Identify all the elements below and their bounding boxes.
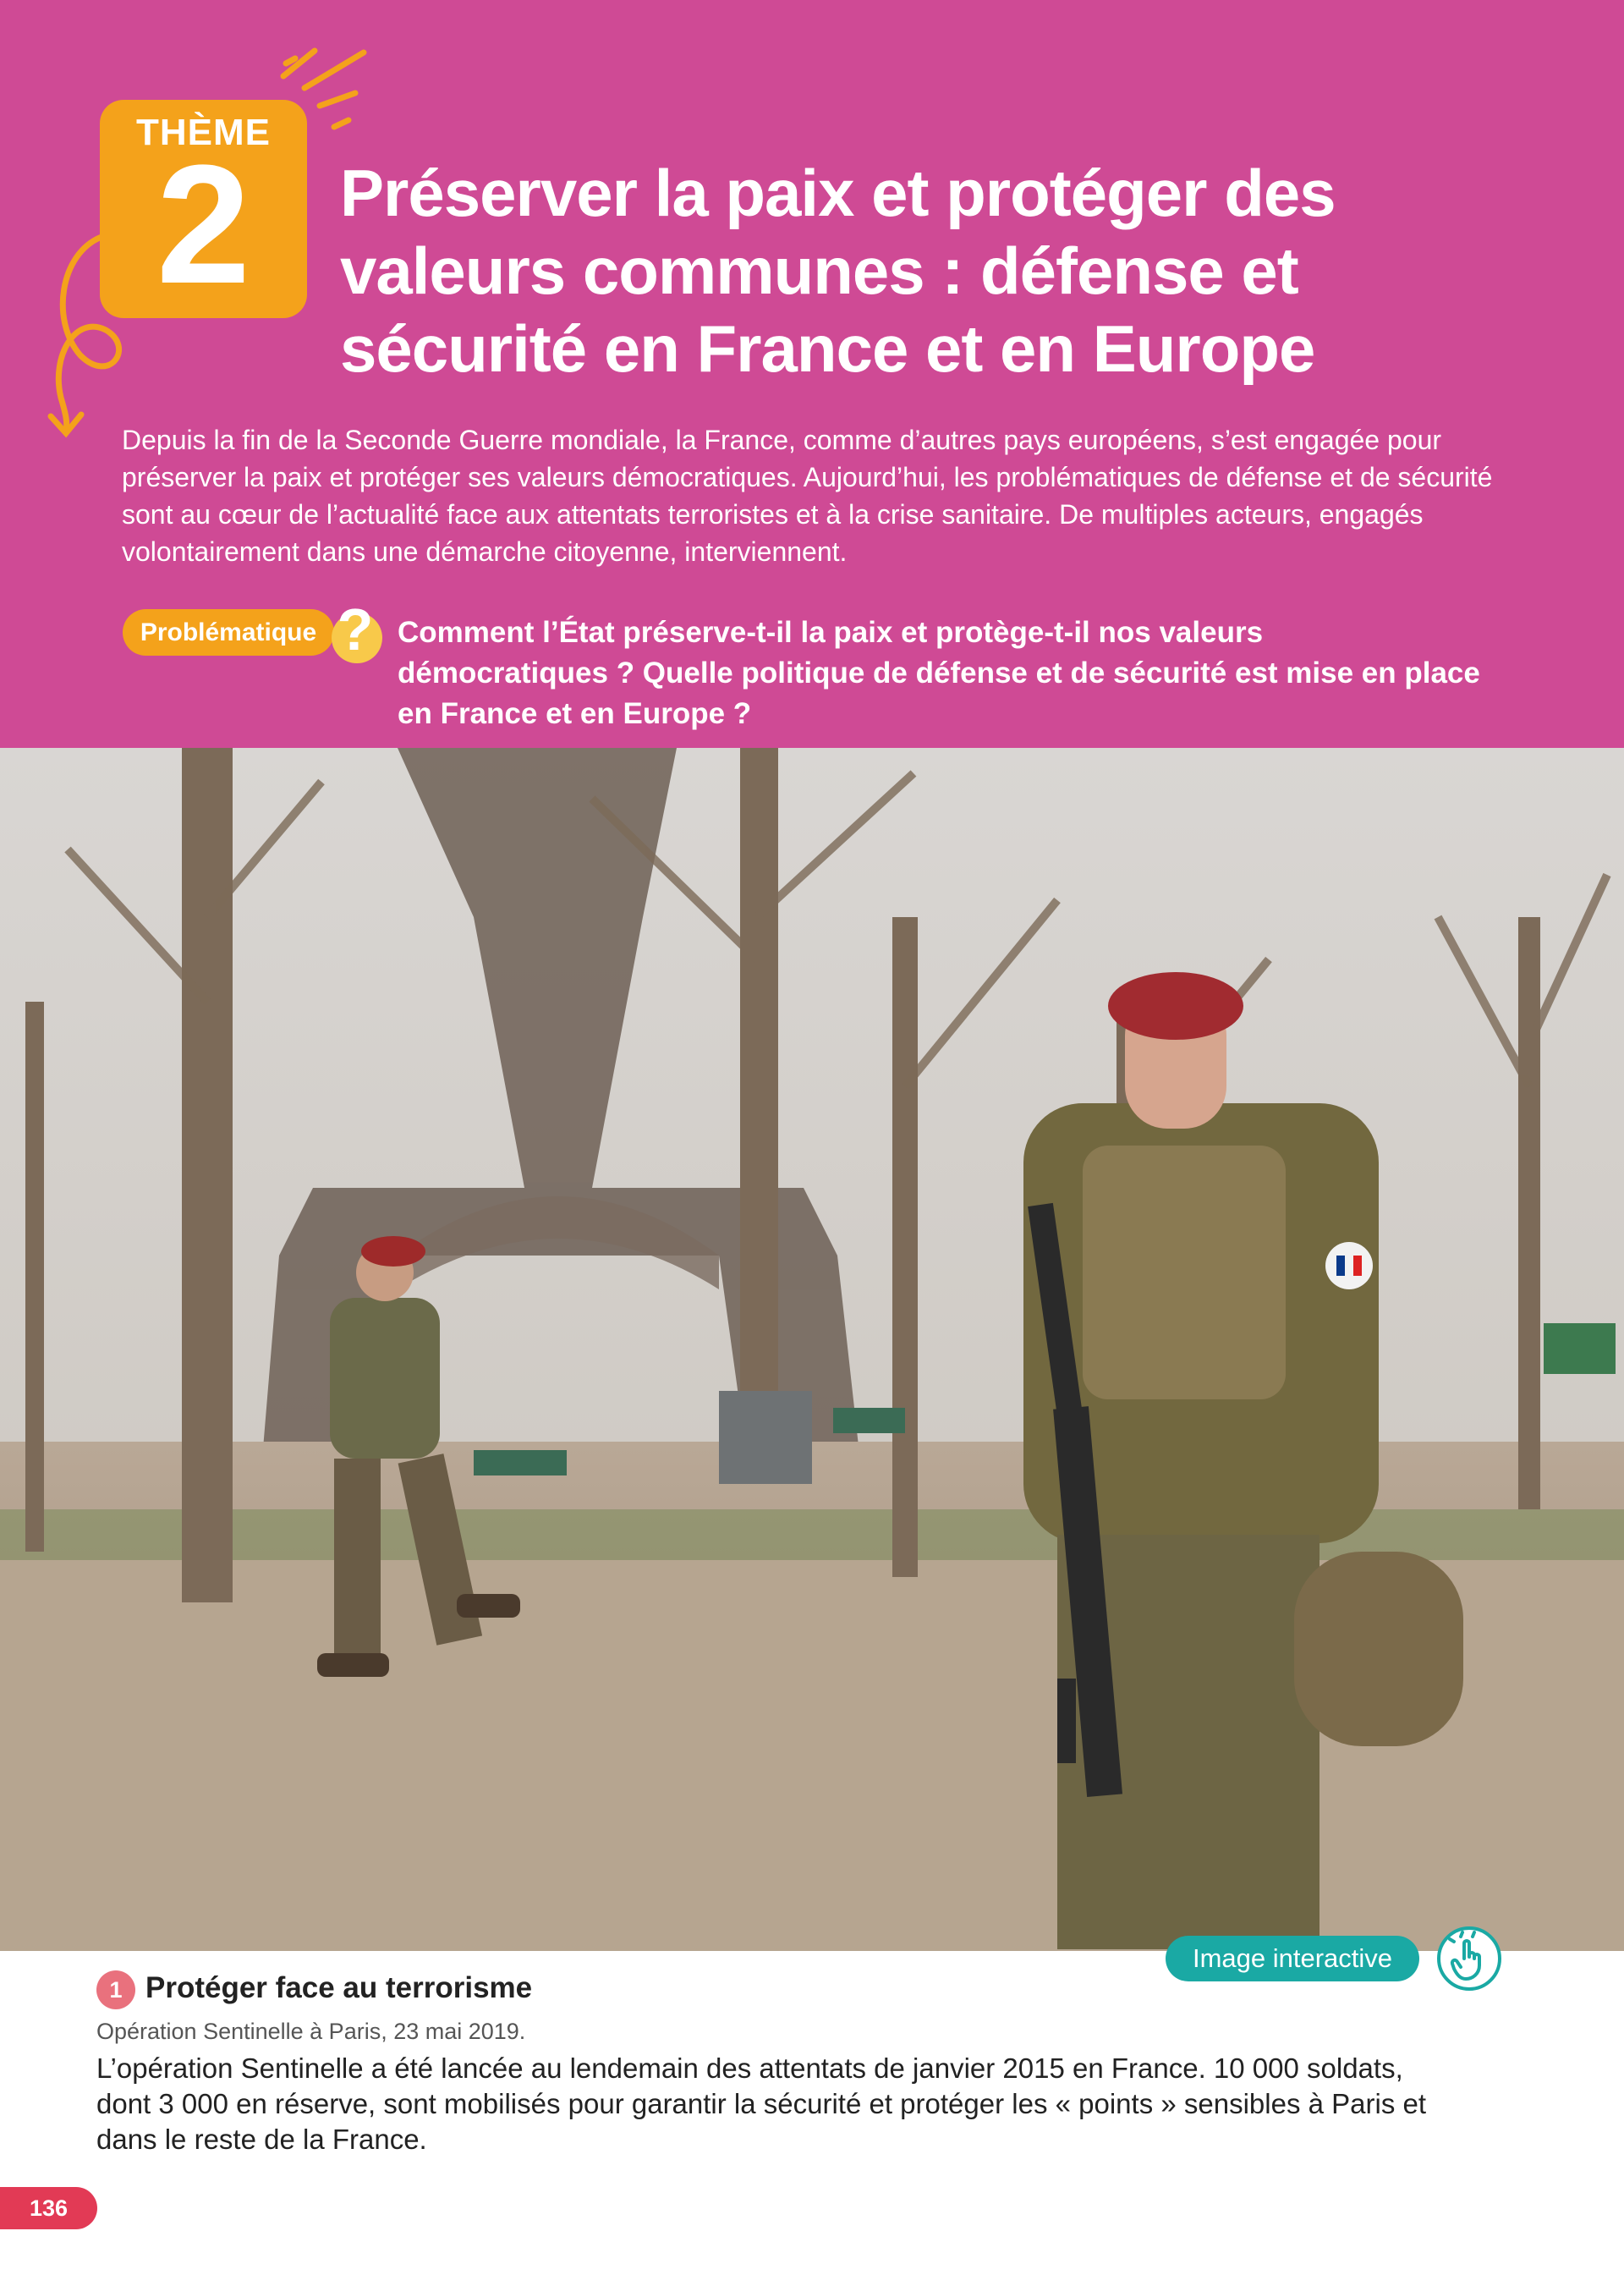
page-title: Préserver la paix et protéger des valeur…	[340, 156, 1336, 386]
document-text: L’opération Sentinelle a été lancée au l…	[96, 2052, 1427, 2155]
photo-sentinelle	[0, 748, 1624, 1951]
image-interactive-button[interactable]: Image interactive	[1166, 1936, 1419, 1981]
page-number: 136	[0, 2187, 97, 2229]
problematique-question: Comment l’État préserve-t-il la paix et …	[398, 616, 1480, 730]
document-source: Opération Sentinelle à Paris, 23 mai 201…	[96, 2019, 526, 2044]
document-number-badge: 1	[96, 1970, 135, 2009]
hand-tap-icon[interactable]	[1435, 1925, 1503, 1992]
question-mark-icon: ?	[332, 597, 382, 663]
theme-badge: THÈME 2	[100, 100, 307, 318]
svg-text:?: ?	[337, 597, 374, 662]
intro-paragraph: Depuis la fin de la Seconde Guerre mondi…	[122, 425, 1493, 567]
document-title: Protéger face au terrorisme	[145, 1971, 533, 2004]
theme-number: 2	[156, 130, 251, 319]
problematique-label: Problématique	[123, 609, 334, 656]
